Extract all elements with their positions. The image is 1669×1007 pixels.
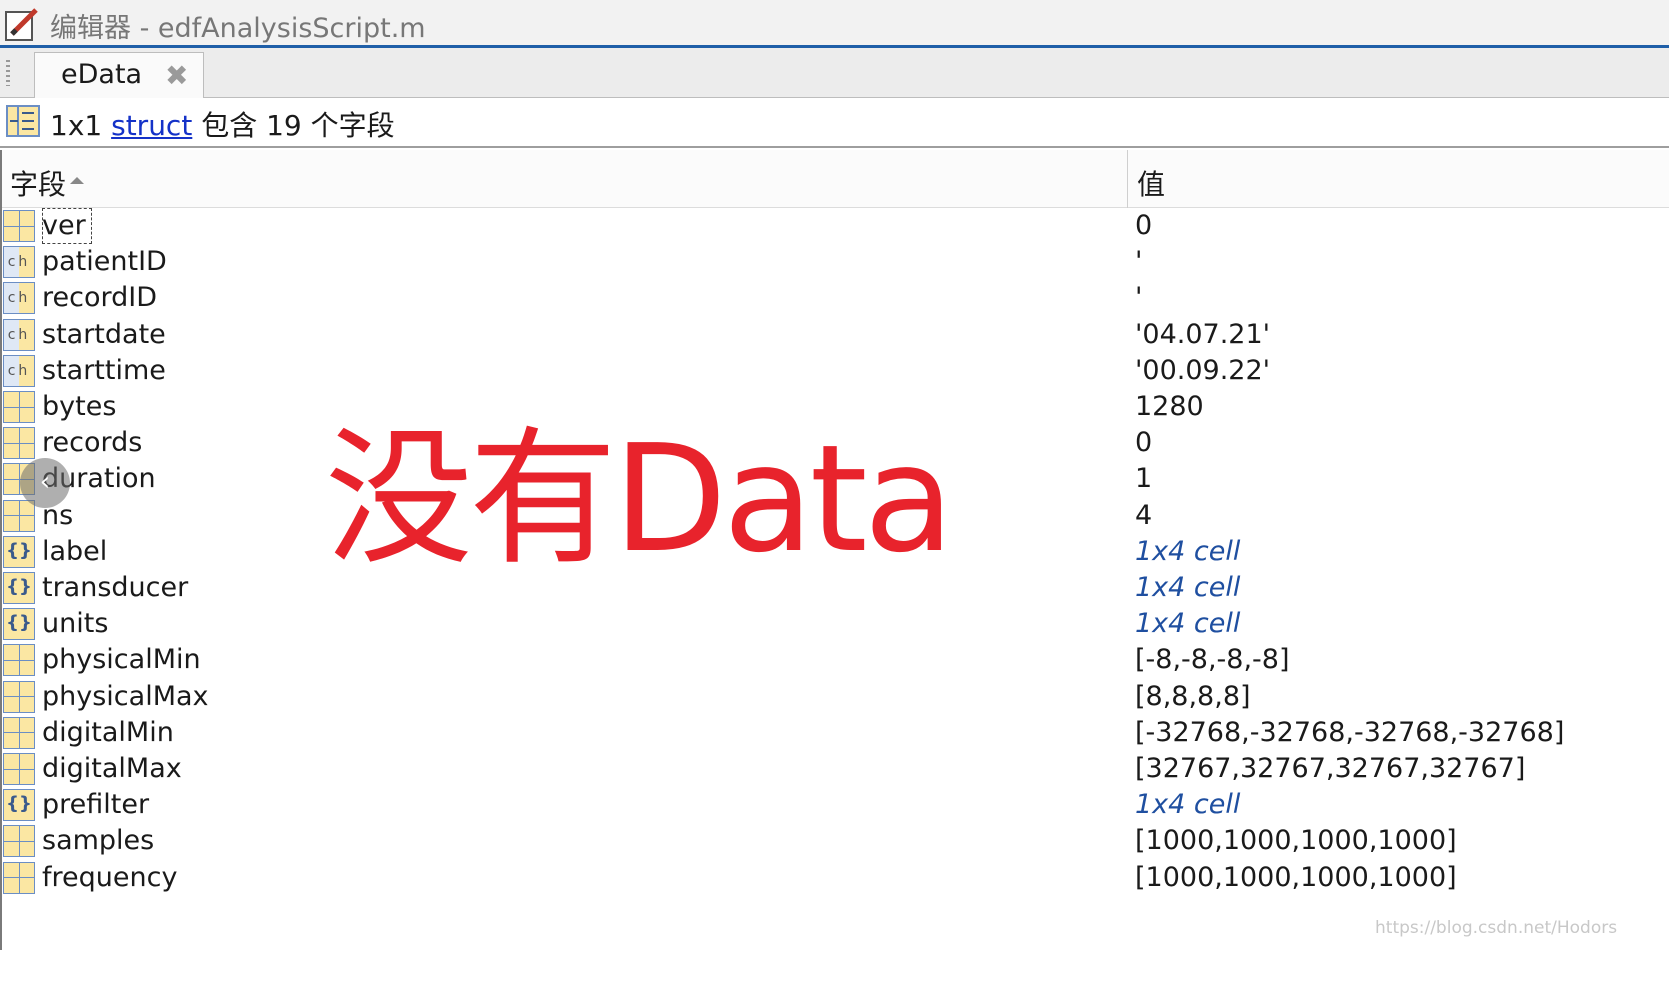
char-icon: ch	[3, 282, 35, 315]
struct-field-count: 包含 19 个字段	[201, 109, 395, 142]
struct-icon	[6, 105, 40, 137]
field-name[interactable]: ver	[42, 208, 92, 244]
matrix-icon	[3, 753, 35, 785]
field-name[interactable]: startdate	[42, 317, 166, 353]
table-header: 字段 值	[0, 150, 1669, 208]
field-value[interactable]: [8,8,8,8]	[1135, 679, 1251, 715]
struct-class-link[interactable]: struct	[111, 109, 192, 142]
struct-info-bar: 1x1 struct 包含 19 个字段	[0, 98, 1669, 148]
cell-icon: {}	[3, 608, 35, 641]
matrix-icon	[3, 716, 35, 749]
field-value[interactable]: 1x4 cell	[1135, 787, 1240, 823]
previous-nav-icon[interactable]: ‹	[20, 458, 70, 508]
field-name[interactable]: bytes	[42, 389, 116, 425]
struct-size: 1x1	[50, 109, 103, 142]
table-row[interactable]: {} units 1x4 cell	[0, 606, 1669, 642]
table-row[interactable]: digitalMax [32767,32767,32767,32767]	[0, 751, 1669, 787]
cell-icon: {}	[3, 572, 35, 604]
matrix-icon	[3, 861, 35, 894]
field-name[interactable]: physicalMin	[42, 642, 201, 678]
column-header-field[interactable]: 字段	[10, 163, 66, 203]
field-value[interactable]: '	[1135, 244, 1142, 280]
sort-ascending-icon[interactable]	[70, 177, 84, 184]
char-icon: ch	[3, 246, 35, 279]
field-name[interactable]: units	[42, 606, 108, 642]
table-row[interactable]: physicalMax [8,8,8,8]	[0, 679, 1669, 715]
field-name[interactable]: records	[42, 425, 142, 461]
table-row[interactable]: samples [1000,1000,1000,1000]	[0, 823, 1669, 859]
tab-strip: eData ✖	[0, 48, 1669, 98]
table-row[interactable]: {} prefilter 1x4 cell	[0, 787, 1669, 823]
field-value[interactable]: 0	[1135, 425, 1152, 461]
matrix-icon	[3, 499, 35, 532]
field-value[interactable]: 1	[1135, 461, 1152, 497]
field-value[interactable]: 1x4 cell	[1135, 570, 1240, 606]
close-icon[interactable]: ✖	[165, 59, 188, 92]
field-name[interactable]: samples	[42, 823, 154, 859]
field-name[interactable]: recordID	[42, 280, 157, 316]
field-name[interactable]: prefilter	[42, 787, 149, 823]
field-name[interactable]: physicalMax	[42, 679, 209, 715]
field-value[interactable]: 0	[1135, 208, 1152, 244]
matrix-icon	[3, 391, 35, 423]
table-row[interactable]: digitalMin [-32768,-32768,-32768,-32768]	[0, 715, 1669, 751]
field-name[interactable]: digitalMax	[42, 751, 182, 787]
field-value[interactable]: [-32768,-32768,-32768,-32768]	[1135, 715, 1564, 751]
field-value[interactable]: '00.09.22'	[1135, 353, 1270, 389]
field-name[interactable]: starttime	[42, 353, 166, 389]
table-row[interactable]: ch patientID '	[0, 244, 1669, 280]
field-name[interactable]: frequency	[42, 860, 177, 896]
overlay-annotation: 没有Data	[325, 413, 954, 585]
cell-icon: {}	[3, 535, 35, 568]
matrix-icon	[3, 825, 35, 858]
table-row[interactable]: ch startdate '04.07.21'	[0, 317, 1669, 353]
tab-label: eData	[61, 59, 143, 90]
field-value[interactable]: 1x4 cell	[1135, 606, 1240, 642]
field-name[interactable]: label	[42, 534, 107, 570]
editor-pencil-icon	[5, 8, 38, 41]
watermark: https://blog.csdn.net/Hodors	[1375, 918, 1618, 938]
char-icon: ch	[3, 318, 35, 351]
field-value[interactable]: 1280	[1135, 389, 1204, 425]
matrix-icon	[3, 644, 35, 677]
table-row[interactable]: ver 0	[0, 208, 1669, 244]
field-value[interactable]: [-8,-8,-8,-8]	[1135, 642, 1290, 678]
cell-icon: {}	[3, 789, 35, 822]
field-value[interactable]: 1x4 cell	[1135, 534, 1240, 570]
field-name[interactable]: digitalMin	[42, 715, 174, 751]
field-value[interactable]: '	[1135, 280, 1142, 316]
field-value[interactable]: [32767,32767,32767,32767]	[1135, 751, 1525, 787]
matrix-icon	[3, 427, 35, 460]
table-row[interactable]: ch recordID '	[0, 280, 1669, 316]
table-row[interactable]: frequency [1000,1000,1000,1000]	[0, 860, 1669, 896]
tab-edata[interactable]: eData ✖	[34, 52, 204, 98]
column-header-value[interactable]: 值	[1137, 163, 1165, 203]
field-value[interactable]: [1000,1000,1000,1000]	[1135, 823, 1457, 859]
window-title: 编辑器 - edfAnalysisScript.m	[50, 13, 426, 44]
table-row[interactable]: physicalMin [-8,-8,-8,-8]	[0, 642, 1669, 678]
field-value[interactable]: [1000,1000,1000,1000]	[1135, 860, 1457, 896]
matrix-icon	[3, 680, 35, 713]
field-value[interactable]: '04.07.21'	[1135, 317, 1270, 353]
field-value[interactable]: 4	[1135, 498, 1152, 534]
column-divider[interactable]	[1127, 150, 1128, 208]
field-name[interactable]: transducer	[42, 570, 188, 606]
struct-summary: 1x1 struct 包含 19 个字段	[50, 104, 395, 144]
tab-grip-handle[interactable]	[6, 60, 10, 86]
matrix-icon	[3, 210, 35, 242]
title-bar: 编辑器 - edfAnalysisScript.m	[0, 0, 1669, 48]
char-icon: ch	[3, 354, 35, 387]
field-name[interactable]: patientID	[42, 244, 167, 280]
